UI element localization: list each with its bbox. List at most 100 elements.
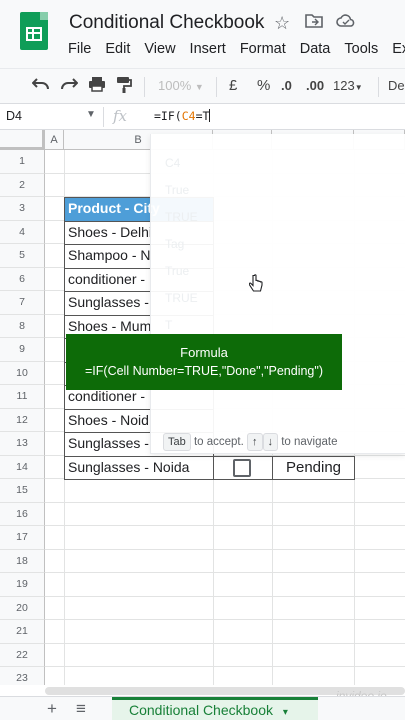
more-formats-label: 123 xyxy=(333,78,355,93)
print-icon[interactable] xyxy=(88,76,106,98)
checkbox[interactable] xyxy=(233,458,251,477)
autocomplete-suggestion[interactable]: TRUE xyxy=(165,210,198,224)
menu-bar: File Edit View Insert Format Data Tools … xyxy=(68,41,405,57)
menu-extensions[interactable]: Ext xyxy=(392,41,405,57)
star-icon[interactable]: ☆ xyxy=(274,13,290,33)
autocomplete-suggestion[interactable]: True xyxy=(165,183,189,197)
row-header[interactable]: 12 xyxy=(0,408,45,432)
row-header[interactable]: 2 xyxy=(0,173,45,197)
column-header-a[interactable]: A xyxy=(45,130,64,150)
product-cell[interactable]: Sunglasses - Noida xyxy=(64,455,214,480)
row-gridline xyxy=(45,666,405,667)
cloud-status-icon[interactable] xyxy=(336,13,356,33)
paint-format-icon[interactable] xyxy=(116,76,132,100)
row-header[interactable]: 20 xyxy=(0,596,45,620)
undo-icon[interactable] xyxy=(31,76,50,96)
formula-text: =IF( xyxy=(154,109,182,123)
autocomplete-suggestion[interactable]: True xyxy=(165,264,189,278)
menu-format[interactable]: Format xyxy=(240,41,286,57)
name-box-caret-icon[interactable]: ▼ xyxy=(86,109,96,120)
row-header[interactable]: 5 xyxy=(0,244,45,268)
sheet-tabs-bar: + ≡ Conditional Checkbook ▾ xyxy=(0,696,405,720)
autocomplete-suggestion[interactable]: T xyxy=(165,318,172,332)
percent-format-button[interactable]: % xyxy=(257,76,270,96)
sheets-app: Conditional Checkbook ☆ File Edit View I… xyxy=(0,0,405,720)
more-formats-button[interactable]: 123▼ xyxy=(333,76,363,98)
select-all-corner[interactable] xyxy=(0,130,45,150)
autocomplete-dropdown[interactable]: C4TrueTRUETagTrueTRUETTTRUE xyxy=(150,134,405,454)
sheet-tab-conditional-checkbook[interactable]: Conditional Checkbook ▾ xyxy=(112,697,318,720)
menu-view[interactable]: View xyxy=(144,41,175,57)
status-text: Pending xyxy=(285,458,342,476)
formula-bar-divider xyxy=(103,107,104,127)
row-header[interactable]: 3 xyxy=(0,197,45,221)
font-select[interactable]: De xyxy=(388,76,405,96)
row-header[interactable]: 15 xyxy=(0,479,45,503)
menu-tools[interactable]: Tools xyxy=(344,41,378,57)
tooltip-title: Formula xyxy=(180,345,228,360)
row-gridline xyxy=(45,619,405,620)
row-header[interactable]: 17 xyxy=(0,526,45,550)
title-bar: Conditional Checkbook ☆ File Edit View I… xyxy=(0,0,405,68)
add-sheet-icon[interactable]: + xyxy=(47,699,57,719)
tooltip-formula: =IF(Cell Number=TRUE,"Done","Pending") xyxy=(85,364,323,378)
row-header[interactable]: 13 xyxy=(0,432,45,456)
row-header[interactable]: 16 xyxy=(0,502,45,526)
row-header[interactable]: 1 xyxy=(0,150,45,174)
navigate-hint-text: to navigate xyxy=(281,436,338,448)
hand-pointer-icon xyxy=(248,274,263,294)
row-header[interactable]: 11 xyxy=(0,385,45,409)
formula-cell-reference: C4 xyxy=(181,109,196,123)
row-header[interactable]: 18 xyxy=(0,549,45,573)
row-gridline xyxy=(45,548,405,550)
row-gridline xyxy=(45,642,405,644)
autocomplete-suggestion[interactable]: C4 xyxy=(165,156,180,170)
zoom-value: 100% xyxy=(158,78,192,93)
row-header[interactable]: 23 xyxy=(0,667,45,685)
arrow-down-key: ↓ xyxy=(262,433,279,451)
toolbar-divider xyxy=(144,77,145,97)
decrease-decimals-button[interactable]: .0 xyxy=(281,76,292,96)
autocomplete-suggestion[interactable]: TRUE xyxy=(165,291,198,305)
row-gridline xyxy=(45,525,405,526)
row-header[interactable]: 21 xyxy=(0,620,45,644)
row-gridline xyxy=(45,572,405,573)
redo-icon[interactable] xyxy=(60,76,79,96)
row-gridline xyxy=(45,501,405,503)
sheet-tab-label: Conditional Checkbook xyxy=(129,702,273,718)
formula-text: =T xyxy=(195,109,210,123)
row-header[interactable]: 6 xyxy=(0,267,45,291)
menu-file[interactable]: File xyxy=(68,41,91,57)
row-header[interactable]: 22 xyxy=(0,643,45,667)
decrease-decimals-label: .0 xyxy=(281,78,292,93)
row-header[interactable]: 9 xyxy=(0,338,45,362)
name-box[interactable]: D4 xyxy=(6,109,22,123)
menu-insert[interactable]: Insert xyxy=(190,41,226,57)
toolbar: 100% ▼ £ % .0 .00 123▼ De xyxy=(0,68,405,104)
menu-edit[interactable]: Edit xyxy=(105,41,130,57)
document-title[interactable]: Conditional Checkbook xyxy=(69,12,264,34)
row-gridline xyxy=(45,595,405,597)
currency-format-button[interactable]: £ xyxy=(229,76,237,96)
row-header[interactable]: 4 xyxy=(0,220,45,244)
formula-input[interactable]: =IF(C4=T xyxy=(154,109,211,123)
menu-data[interactable]: Data xyxy=(300,41,331,57)
autocomplete-suggestion[interactable]: Tag xyxy=(165,237,184,251)
arrow-up-key: ↑ xyxy=(247,433,263,451)
zoom-select[interactable]: 100% ▼ xyxy=(158,76,204,97)
tab-key: Tab xyxy=(163,433,191,451)
row-header[interactable]: 19 xyxy=(0,573,45,597)
move-folder-icon[interactable] xyxy=(305,13,323,33)
formula-bar: D4 ▼ fx =IF(C4=T xyxy=(0,104,405,130)
sheets-logo-icon[interactable] xyxy=(20,12,48,50)
row-header[interactable]: 10 xyxy=(0,361,45,385)
toolbar-divider xyxy=(216,77,217,97)
formula-tooltip: Formula =IF(Cell Number=TRUE,"Done","Pen… xyxy=(66,334,342,390)
row-header[interactable]: 14 xyxy=(0,455,45,479)
sheet-tab-caret-icon[interactable]: ▾ xyxy=(283,707,288,718)
row-header[interactable]: 8 xyxy=(0,314,45,338)
all-sheets-icon[interactable]: ≡ xyxy=(76,699,86,719)
row-header[interactable]: 7 xyxy=(0,291,45,315)
accept-hint-text: to accept. xyxy=(193,436,244,448)
increase-decimals-button[interactable]: .00 xyxy=(306,76,324,96)
